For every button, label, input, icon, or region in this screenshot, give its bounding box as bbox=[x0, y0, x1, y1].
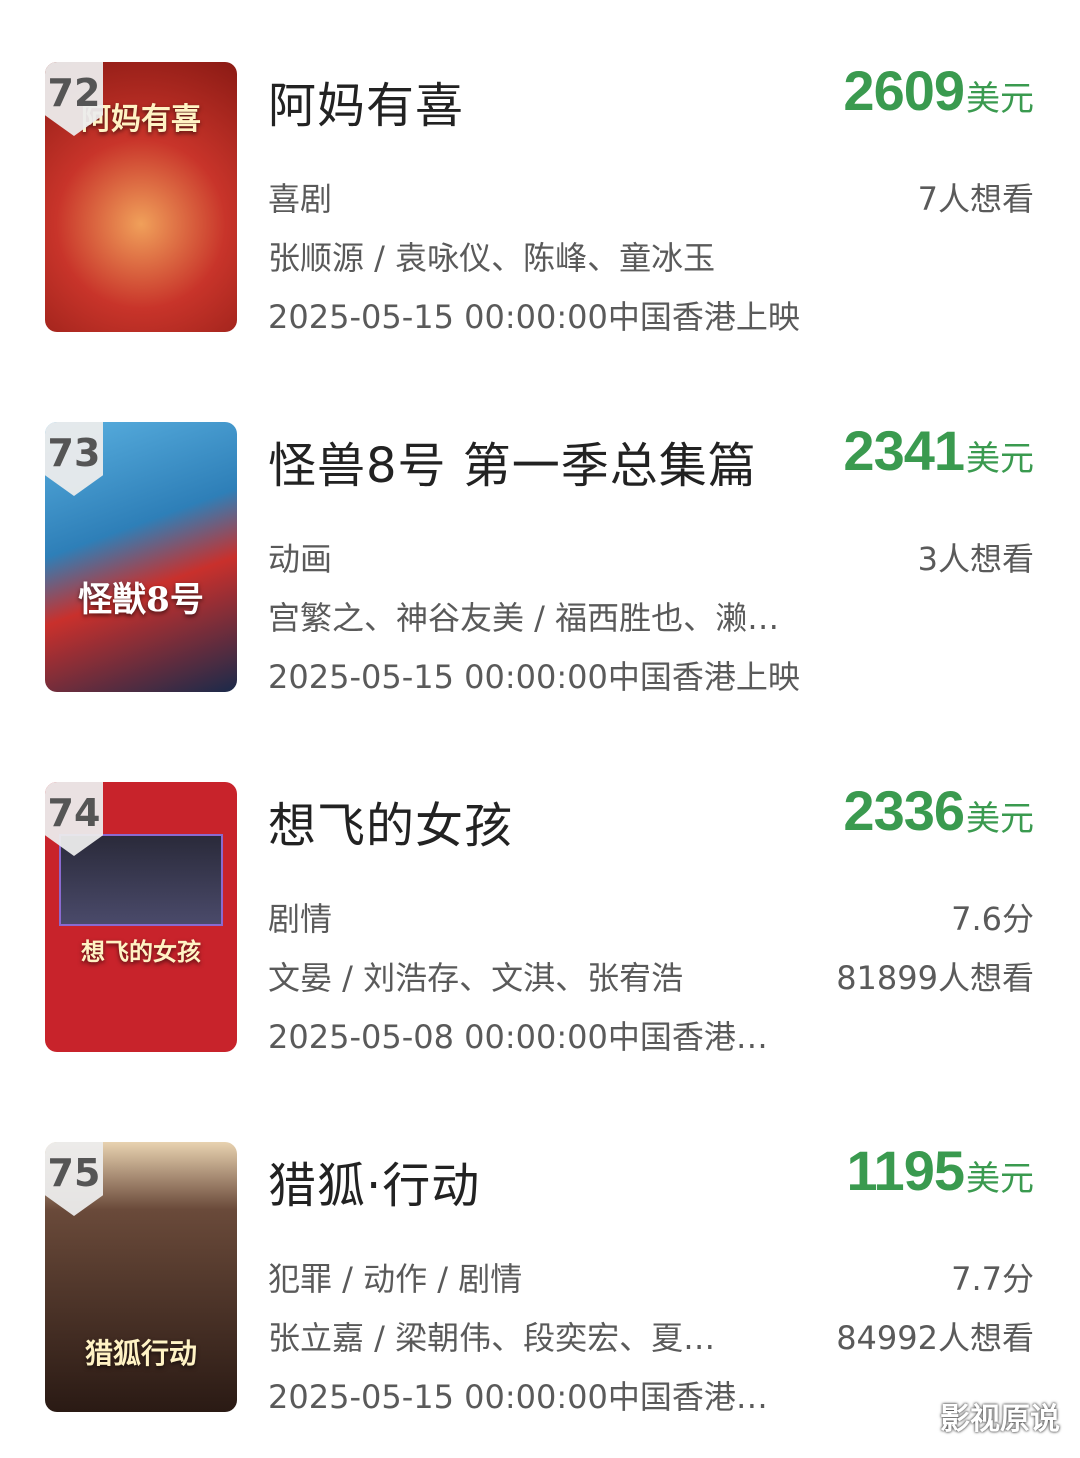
movie-release: 2025-05-15 00:00:00中国香港上映 bbox=[268, 298, 800, 336]
movie-cast: 张立嘉 / 梁朝伟、段奕宏、夏… bbox=[268, 1319, 716, 1357]
movie-release: 2025-05-15 00:00:00中国香港上映 bbox=[268, 658, 800, 696]
currency-unit: 美元 bbox=[966, 79, 1034, 119]
movie-cast: 宫繁之、神谷友美 / 福西胜也、濑… bbox=[268, 599, 780, 637]
movie-rating: 7.7分 bbox=[951, 1260, 1034, 1298]
movie-item[interactable]: 怪獣8号 73 怪兽8号 第一季总集篇 2341美元 动画 3人想看 宫繁之、神… bbox=[0, 419, 1080, 702]
movie-want-count: 7人想看 bbox=[917, 180, 1034, 218]
poster-title-text: 怪獣8号 bbox=[78, 580, 204, 620]
movie-cast: 张顺源 / 袁咏仪、陈峰、童冰玉 bbox=[268, 239, 716, 277]
box-office: 2341美元 bbox=[843, 418, 1034, 483]
movie-want-count: 3人想看 bbox=[917, 540, 1034, 578]
movie-want-count: 81899人想看 bbox=[836, 959, 1034, 997]
movie-cast: 文晏 / 刘浩存、文淇、张宥浩 bbox=[268, 959, 684, 997]
currency-unit: 美元 bbox=[966, 799, 1034, 839]
movie-item[interactable]: 想飞的女孩 74 想飞的女孩 2336美元 剧情 7.6分 文晏 / 刘浩存、文… bbox=[0, 779, 1080, 1062]
box-office-value: 2341 bbox=[843, 419, 965, 482]
movie-genre: 剧情 bbox=[268, 900, 333, 938]
movie-title[interactable]: 猎狐·行动 bbox=[268, 1146, 480, 1216]
movie-release: 2025-05-15 00:00:00中国香港… bbox=[268, 1378, 768, 1416]
movie-box-office-list: 阿妈有喜 72 阿妈有喜 2609美元 喜剧 7人想看 张顺源 / 袁咏仪、陈峰… bbox=[0, 0, 1080, 1458]
currency-unit: 美元 bbox=[966, 1159, 1034, 1199]
movie-rating: 7.6分 bbox=[951, 900, 1034, 938]
box-office-value: 1195 bbox=[846, 1139, 965, 1202]
movie-title[interactable]: 想飞的女孩 bbox=[268, 786, 513, 856]
movie-item[interactable]: 阿妈有喜 72 阿妈有喜 2609美元 喜剧 7人想看 张顺源 / 袁咏仪、陈峰… bbox=[0, 59, 1080, 342]
movie-genre: 喜剧 bbox=[268, 180, 333, 218]
movie-poster[interactable]: 怪獣8号 73 bbox=[45, 422, 237, 692]
box-office-value: 2609 bbox=[843, 59, 965, 122]
currency-unit: 美元 bbox=[966, 439, 1034, 479]
box-office-value: 2336 bbox=[843, 779, 965, 842]
movie-title[interactable]: 怪兽8号 第一季总集篇 bbox=[268, 426, 757, 496]
movie-genre: 犯罪 / 动作 / 剧情 bbox=[268, 1260, 523, 1298]
movie-poster[interactable]: 阿妈有喜 72 bbox=[45, 62, 237, 332]
movie-release: 2025-05-08 00:00:00中国香港… bbox=[268, 1018, 768, 1056]
movie-want-count: 84992人想看 bbox=[836, 1319, 1034, 1357]
movie-poster[interactable]: 想飞的女孩 74 bbox=[45, 782, 237, 1052]
movie-title[interactable]: 阿妈有喜 bbox=[268, 66, 464, 136]
movie-poster[interactable]: 猎狐行动 75 bbox=[45, 1142, 237, 1412]
box-office: 2336美元 bbox=[843, 778, 1034, 843]
movie-genre: 动画 bbox=[268, 540, 333, 578]
box-office: 1195美元 bbox=[847, 1138, 1035, 1203]
box-office: 2609美元 bbox=[843, 58, 1034, 123]
poster-title-text: 猎狐行动 bbox=[84, 1337, 197, 1370]
watermark: 影视原说 bbox=[940, 1402, 1060, 1437]
poster-title-text: 想飞的女孩 bbox=[81, 937, 201, 966]
movie-item[interactable]: 猎狐行动 75 猎狐·行动 1195美元 犯罪 / 动作 / 剧情 7.7分 张… bbox=[0, 1139, 1080, 1422]
